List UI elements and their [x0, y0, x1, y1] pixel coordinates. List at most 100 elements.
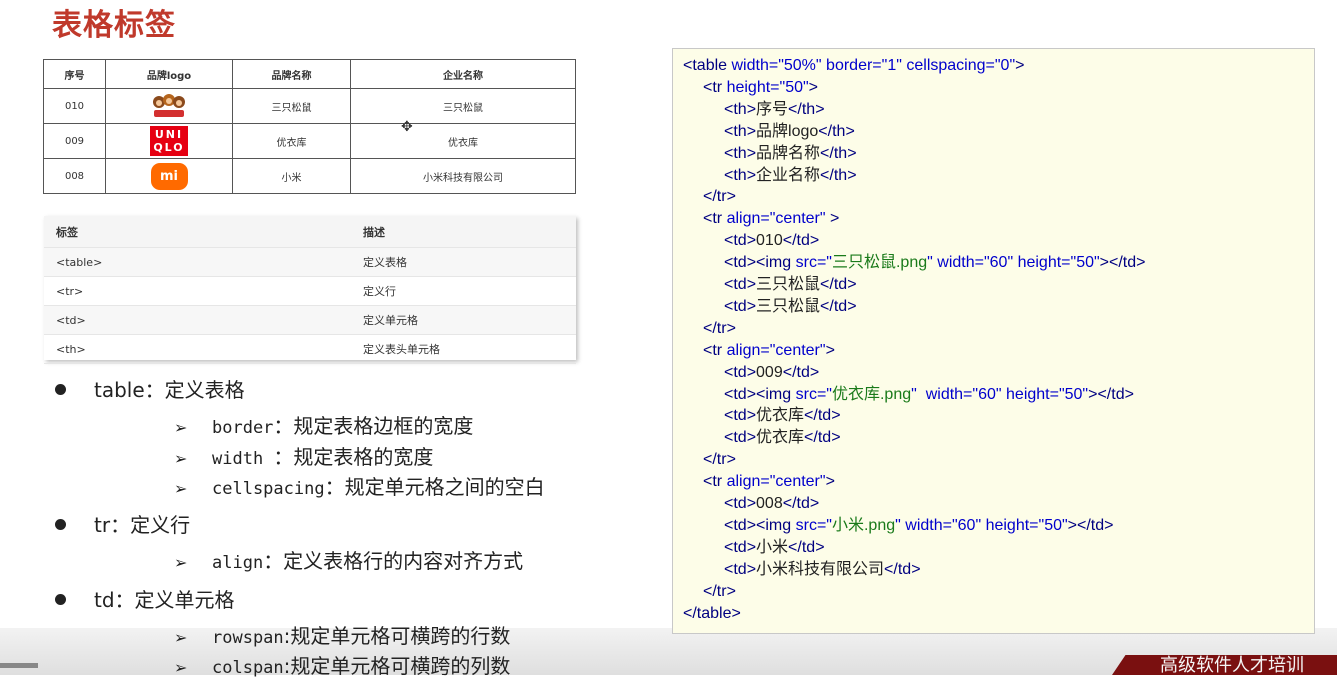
cell-tag: <th>	[44, 334, 351, 364]
cell-logo	[105, 88, 233, 124]
code-line: <th>序号</th>	[724, 100, 825, 118]
sub-key: align	[212, 553, 264, 573]
sub-key: rowspan	[212, 628, 284, 648]
brand-table: 序号 品牌logo 品牌名称 企业名称 010 三只松鼠 三只松鼠 009 UN…	[43, 59, 576, 194]
code-line: <td>优衣库</td>	[724, 429, 841, 447]
sub-key: border	[212, 418, 274, 438]
sub-text: ：定义表格行的内容对齐方式	[263, 549, 524, 573]
cell-company: 小米科技有限公司	[350, 158, 576, 194]
sub-key: width	[212, 449, 274, 469]
sub-text: :规定单元格可横跨的列数	[283, 654, 511, 678]
sub-key: cellspacing	[212, 479, 325, 499]
progress-bar	[0, 663, 38, 668]
move-cursor-icon: ✥	[401, 119, 413, 135]
code-line: <th>品牌名称</th>	[724, 144, 857, 162]
code-line: </table>	[683, 604, 741, 622]
cell-tag: <tr>	[44, 276, 351, 306]
code-block: <table width="50%" border="1" cellspacin…	[672, 48, 1315, 634]
table-row: <table> 定义表格	[44, 247, 576, 277]
table-row: <tr> 定义行	[44, 276, 576, 306]
code-line: <th>企业名称</th>	[724, 166, 857, 184]
cell-logo: UNI QLO	[105, 123, 233, 159]
bullet-label: table：定义表格	[94, 378, 245, 402]
bullet-label: tr：定义行	[94, 513, 191, 537]
arrow-bullet-icon: ➢	[174, 658, 188, 677]
header-company: 企业名称	[350, 59, 576, 89]
code-line: <td>008</td>	[724, 495, 820, 512]
sub-bullet-align: ➢ align：定义表格行的内容对齐方式	[174, 545, 523, 574]
sub-bullet-rowspan: ➢ rowspan:规定单元格可横跨的行数	[174, 620, 510, 649]
cell-company: 三只松鼠	[350, 88, 576, 124]
cell-id: 008	[43, 158, 106, 194]
arrow-bullet-icon: ➢	[174, 449, 188, 468]
code-line: <table width="50%" border="1" cellspacin…	[683, 57, 1025, 74]
code-line: </tr>	[703, 582, 736, 600]
table-row: 008 mi 小米 小米科技有限公司	[43, 158, 576, 194]
bullet-label: td：定义单元格	[94, 588, 235, 612]
uniqlo-logo-line2: QLO	[153, 141, 185, 154]
sub-key: colspan	[212, 658, 284, 678]
tag-table: 标签 描述 <table> 定义表格 <tr> 定义行 <td> 定义单元格 <…	[44, 216, 576, 364]
table-row: <th> 定义表头单元格	[44, 334, 576, 364]
arrow-bullet-icon: ➢	[174, 553, 188, 572]
code-line: <td><img src="三只松鼠.png" width="60" heigh…	[724, 254, 1146, 272]
sub-bullet-width: ➢ width ：规定表格的宽度	[174, 441, 433, 470]
arrow-bullet-icon: ➢	[174, 418, 188, 437]
header-id: 序号	[43, 59, 106, 89]
cell-desc: 定义单元格	[351, 305, 576, 335]
code-line: <td><img src="优衣库.png" width="60" height…	[724, 385, 1134, 403]
tag-table-container: 标签 描述 <table> 定义表格 <tr> 定义行 <td> 定义单元格 <…	[44, 216, 576, 364]
code-line: </tr>	[703, 451, 736, 469]
tag-table-header-row: 标签 描述	[44, 216, 576, 248]
code-line: <td>009</td>	[724, 363, 820, 381]
xiaomi-logo-icon: mi	[150, 162, 188, 190]
footer-banner: 高级软件人才培训	[1112, 655, 1337, 675]
cell-desc: 定义表格	[351, 247, 576, 277]
header-brand: 品牌名称	[232, 59, 351, 89]
cell-tag: <table>	[44, 247, 351, 277]
code-line: <td>小米</td>	[724, 538, 825, 556]
uniqlo-logo-icon: UNI QLO	[150, 126, 188, 156]
sub-bullet-border: ➢ border：规定表格边框的宽度	[174, 410, 473, 439]
table-row: 009 UNI QLO 优衣库 优衣库	[43, 123, 576, 159]
arrow-bullet-icon: ➢	[174, 479, 188, 498]
code-line: <td>优衣库</td>	[724, 407, 841, 425]
sub-text: :规定单元格可横跨的行数	[283, 624, 511, 648]
page-title: 表格标签	[52, 8, 176, 43]
squirrel-logo-icon	[153, 94, 185, 117]
cell-desc: 定义表头单元格	[351, 334, 576, 364]
cell-tag: <td>	[44, 305, 351, 335]
brand-table-header-row: 序号 品牌logo 品牌名称 企业名称	[43, 59, 576, 89]
arrow-bullet-icon: ➢	[174, 628, 188, 647]
cell-logo: mi	[105, 158, 233, 194]
code-line: <td>010</td>	[724, 232, 820, 250]
sub-text: ：规定表格的宽度	[273, 445, 434, 469]
sub-bullet-cellspacing: ➢ cellspacing：规定单元格之间的空白	[174, 471, 545, 500]
header-desc: 描述	[351, 216, 576, 248]
table-row: <td> 定义单元格	[44, 305, 576, 335]
sub-text: ：规定单元格之间的空白	[324, 475, 545, 499]
code-line: <tr height="50">	[703, 78, 819, 96]
code-line: <td>小米科技有限公司</td>	[724, 560, 921, 578]
table-row: 010 三只松鼠 三只松鼠	[43, 88, 576, 124]
bullet-table: table：定义表格	[55, 374, 245, 403]
code-line: <td>三只松鼠</td>	[724, 276, 857, 293]
sub-text: ：规定表格边框的宽度	[273, 414, 474, 438]
cell-brand: 小米	[232, 158, 351, 194]
code-line: <tr align="center">	[703, 341, 835, 359]
bullet-tr: tr：定义行	[55, 509, 190, 538]
cell-brand: 优衣库	[232, 123, 351, 159]
cell-brand: 三只松鼠	[232, 88, 351, 124]
bullet-dot-icon	[55, 519, 66, 530]
code-line: <th>品牌logo</th>	[724, 122, 855, 140]
code-line: <td>三只松鼠</td>	[724, 297, 857, 315]
code-line: <td><img src="小米.png" width="60" height=…	[724, 516, 1114, 534]
bullet-td: td：定义单元格	[55, 584, 235, 613]
header-tag: 标签	[44, 216, 351, 248]
cell-id: 010	[43, 88, 106, 124]
bullet-dot-icon	[55, 594, 66, 605]
code-line: </tr>	[703, 188, 736, 206]
bullet-dot-icon	[55, 384, 66, 395]
header-logo: 品牌logo	[105, 59, 233, 89]
code-line: </tr>	[703, 319, 736, 337]
